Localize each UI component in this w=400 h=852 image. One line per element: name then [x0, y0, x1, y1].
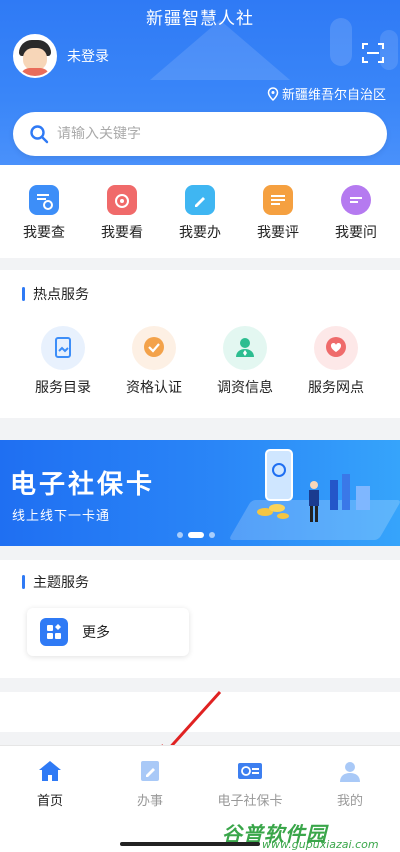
header-decoration: [150, 20, 290, 80]
tab-label: 首页: [36, 794, 63, 809]
hot-service-certification[interactable]: 资格认证: [109, 326, 199, 397]
search-bar[interactable]: [13, 112, 387, 156]
quick-action-handle[interactable]: 我要办: [165, 185, 235, 242]
service-location-icon: [314, 326, 358, 370]
hot-service-label: 资格认证: [126, 380, 182, 396]
card-icon: [237, 760, 263, 782]
quick-action-label: 我要查: [23, 225, 65, 241]
search-icon: [30, 125, 49, 144]
tab-affairs[interactable]: 办事: [100, 760, 200, 809]
region-label: 新疆维吾尔自治区: [281, 88, 386, 103]
pagination-dot-active[interactable]: [188, 532, 204, 538]
certification-icon: [132, 326, 176, 370]
search-input[interactable]: [57, 126, 357, 142]
hot-service-label: 服务网点: [308, 380, 364, 396]
edit-icon: [137, 760, 163, 782]
section-title-theme: 主题服务: [22, 572, 89, 592]
quick-action-label: 我要评: [257, 225, 299, 241]
grid-icon: [40, 618, 68, 646]
tab-home[interactable]: 首页: [0, 760, 100, 809]
pagination-dot[interactable]: [209, 532, 215, 538]
profile-icon: [337, 760, 363, 782]
quick-action-view[interactable]: 我要看: [87, 185, 157, 242]
region-selector[interactable]: 新疆维吾尔自治区: [267, 84, 386, 103]
banner-subtitle: 线上线下一卡通: [12, 509, 111, 524]
review-icon: [263, 185, 293, 215]
tab-bar: 首页 办事 电子社保卡 我的: [0, 745, 400, 852]
more-button[interactable]: 更多: [27, 608, 189, 656]
tab-label: 电子社保卡: [217, 794, 283, 809]
quick-action-ask[interactable]: 我要问: [321, 185, 391, 242]
avatar[interactable]: [13, 34, 57, 78]
quick-action-query[interactable]: 我要查: [9, 185, 79, 242]
tab-profile[interactable]: 我的: [300, 760, 400, 809]
location-icon: [267, 86, 279, 101]
quick-action-label: 我要办: [179, 225, 221, 241]
watermark-url: www.gupuxiazai.com: [262, 838, 379, 851]
pagination-dot[interactable]: [177, 532, 183, 538]
section-title-hot: 热点服务: [22, 284, 89, 304]
catalog-icon: [41, 326, 85, 370]
handle-icon: [185, 185, 215, 215]
hot-service-salary[interactable]: 调资信息: [200, 326, 290, 397]
view-icon: [107, 185, 137, 215]
salary-info-icon: [223, 326, 267, 370]
quick-action-label: 我要看: [101, 225, 143, 241]
quick-action-label: 我要问: [335, 225, 377, 241]
hot-service-label: 调资信息: [217, 380, 273, 396]
hot-service-location[interactable]: 服务网点: [291, 326, 381, 397]
hot-services: 热点服务 服务目录 资格认证 调资信息 服务网点: [0, 270, 400, 418]
tab-social-card[interactable]: 电子社保卡: [200, 760, 300, 809]
quick-actions: 我要查 我要看 我要办 我要评 我要问: [0, 165, 400, 258]
query-icon: [29, 185, 59, 215]
hot-service-label: 服务目录: [35, 380, 91, 396]
tab-label: 办事: [136, 794, 163, 809]
home-icon: [37, 760, 63, 782]
scan-icon[interactable]: [361, 41, 385, 65]
banner-pagination[interactable]: [177, 532, 215, 538]
tab-label: 我的: [336, 794, 363, 809]
buildings-illustration-icon: [330, 474, 370, 510]
banner-carousel[interactable]: 电子社保卡 线上线下一卡通: [0, 440, 400, 546]
ask-icon: [341, 185, 371, 215]
banner-title: 电子社保卡: [10, 470, 156, 500]
hot-service-catalog[interactable]: 服务目录: [18, 326, 108, 397]
login-status[interactable]: 未登录: [67, 46, 109, 66]
app-title: 新疆智慧人社: [146, 9, 254, 29]
person-illustration-icon: [309, 481, 319, 522]
more-label: 更多: [82, 625, 110, 641]
quick-action-review[interactable]: 我要评: [243, 185, 313, 242]
coins-illustration-icon: [257, 504, 289, 519]
home-indicator: [120, 842, 260, 846]
